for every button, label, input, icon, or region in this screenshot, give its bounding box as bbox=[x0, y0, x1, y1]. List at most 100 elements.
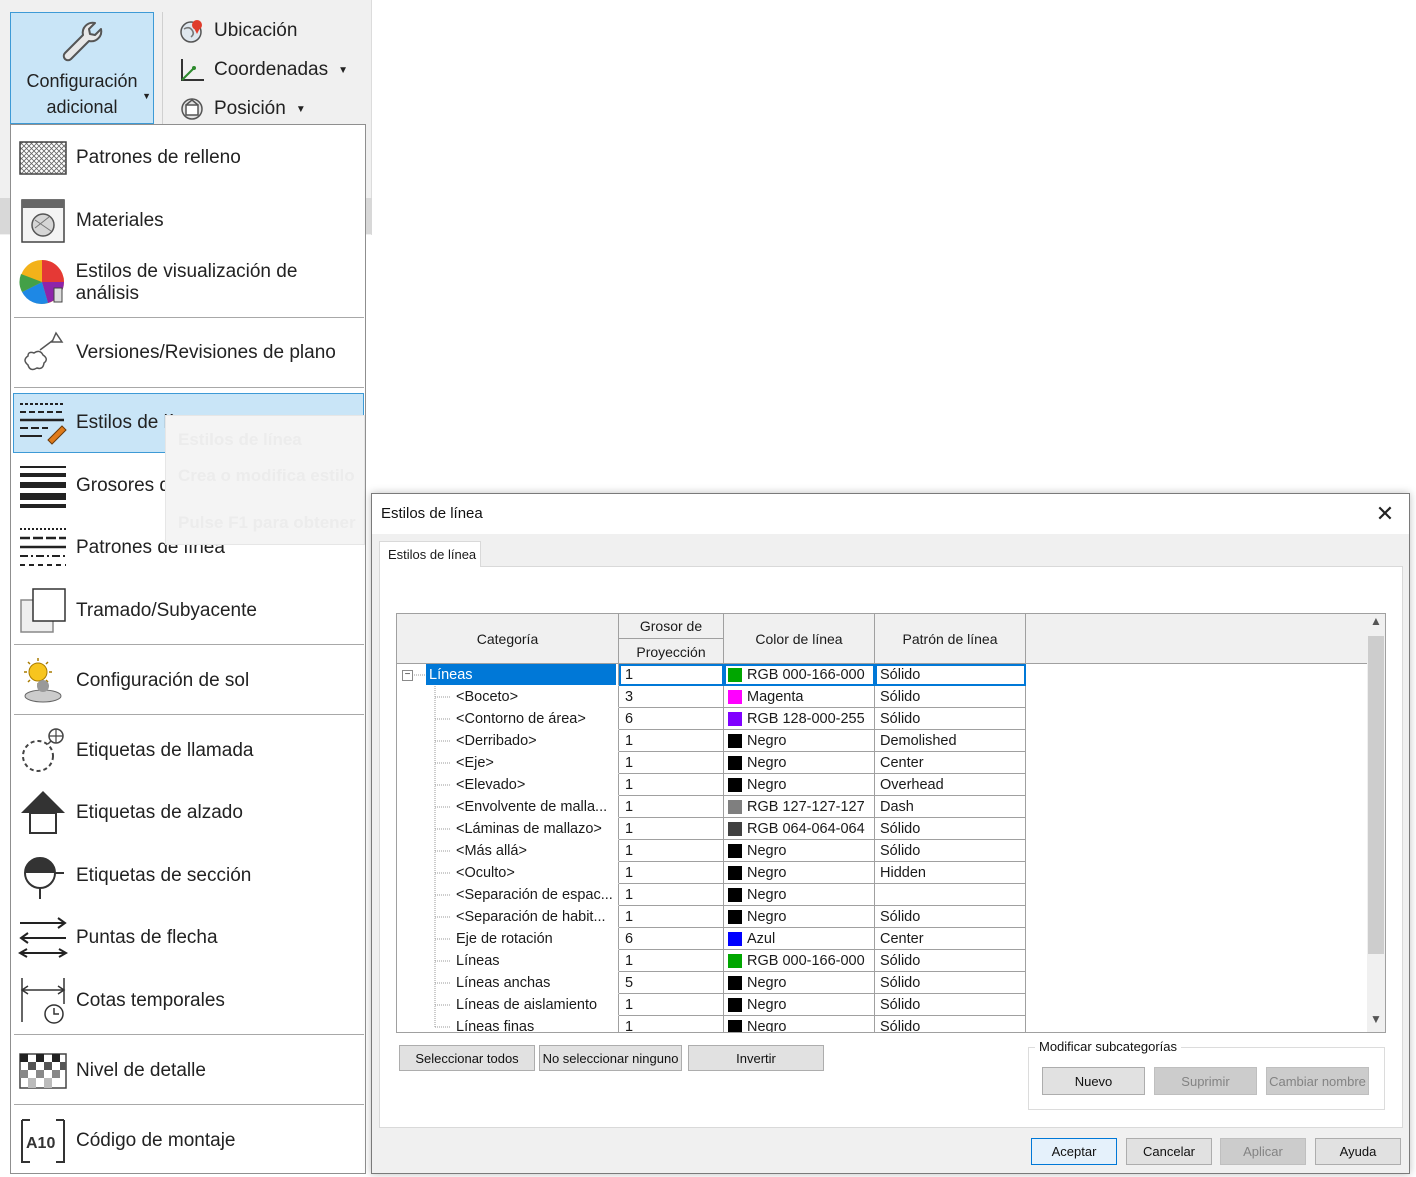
collapse-icon[interactable]: − bbox=[402, 670, 413, 681]
table-row[interactable]: Líneas de aislamiento 1 Negro Sólido bbox=[397, 994, 1369, 1016]
table-row[interactable]: Líneas anchas 5 Negro Sólido bbox=[397, 972, 1369, 994]
cancel-button[interactable]: Cancelar bbox=[1126, 1138, 1212, 1165]
menu-item-etiquetas-llamada[interactable]: Etiquetas de llamada bbox=[14, 721, 364, 781]
color-cell[interactable]: RGB 000-166-000 bbox=[724, 664, 875, 686]
scroll-down-icon[interactable]: ▼ bbox=[1367, 1012, 1385, 1032]
table-row[interactable]: <Boceto> 3 Magenta Sólido bbox=[397, 686, 1369, 708]
menu-item-cotas-temporales[interactable]: Cotas temporales bbox=[14, 971, 364, 1031]
pattern-cell[interactable]: Sólido bbox=[875, 950, 1026, 972]
color-cell[interactable]: Magenta bbox=[724, 686, 875, 708]
weight-cell[interactable]: 5 bbox=[619, 972, 724, 994]
pattern-cell[interactable]: Sólido bbox=[875, 1016, 1026, 1032]
table-row[interactable]: <Eje> 1 Negro Center bbox=[397, 752, 1369, 774]
pattern-cell[interactable]: Sólido bbox=[875, 686, 1026, 708]
pattern-cell[interactable]: Sólido bbox=[875, 994, 1026, 1016]
table-row[interactable]: <Elevado> 1 Negro Overhead bbox=[397, 774, 1369, 796]
pattern-cell[interactable] bbox=[875, 884, 1026, 906]
pattern-cell[interactable]: Dash bbox=[875, 796, 1026, 818]
column-header-categoria[interactable]: Categoría bbox=[397, 614, 619, 664]
pattern-cell[interactable]: Sólido bbox=[875, 708, 1026, 730]
color-cell[interactable]: Negro bbox=[724, 774, 875, 796]
weight-cell[interactable]: 1 bbox=[619, 1016, 724, 1032]
pattern-cell[interactable]: Sólido bbox=[875, 664, 1026, 686]
tab-estilos-linea[interactable]: Estilos de línea bbox=[379, 541, 481, 567]
configuracion-adicional-button[interactable]: Configuración adicional ▼ bbox=[10, 12, 154, 124]
menu-item-etiquetas-seccion[interactable]: Etiquetas de sección bbox=[14, 846, 364, 906]
category-cell[interactable]: <Separación de habit... bbox=[397, 906, 619, 928]
weight-cell[interactable]: 6 bbox=[619, 928, 724, 950]
table-row[interactable]: Eje de rotación 6 Azul Center bbox=[397, 928, 1369, 950]
category-cell[interactable]: Líneas anchas bbox=[397, 972, 619, 994]
menu-item-codigo-montaje[interactable]: A10 Código de montaje bbox=[14, 1111, 364, 1171]
menu-item-materiales[interactable]: Materiales bbox=[14, 191, 364, 251]
help-button[interactable]: Ayuda bbox=[1315, 1138, 1401, 1165]
color-cell[interactable]: Negro bbox=[724, 906, 875, 928]
column-header-grosor[interactable]: Grosor de Proyección bbox=[619, 614, 724, 664]
category-cell[interactable]: Líneas de aislamiento bbox=[397, 994, 619, 1016]
color-cell[interactable]: RGB 064-064-064 bbox=[724, 818, 875, 840]
color-cell[interactable]: Negro bbox=[724, 840, 875, 862]
pattern-cell[interactable]: Sólido bbox=[875, 840, 1026, 862]
color-cell[interactable]: Negro bbox=[724, 752, 875, 774]
new-button[interactable]: Nuevo bbox=[1042, 1067, 1145, 1095]
menu-item-configuracion-sol[interactable]: Configuración de sol bbox=[14, 651, 364, 711]
pattern-cell[interactable]: Center bbox=[875, 752, 1026, 774]
table-row[interactable]: <Envolvente de malla... 1 RGB 127-127-127 D… bbox=[397, 796, 1369, 818]
menu-item-etiquetas-alzado[interactable]: Etiquetas de alzado bbox=[14, 783, 364, 843]
menu-item-tramado-subyacente[interactable]: Tramado/Subyacente bbox=[14, 581, 364, 641]
category-cell[interactable]: <Oculto> bbox=[397, 862, 619, 884]
ubicacion-button[interactable]: Ubicación bbox=[178, 16, 297, 46]
pattern-cell[interactable]: Sólido bbox=[875, 906, 1026, 928]
table-row[interactable]: − Líneas 1 RGB 000-166-000 Sólido bbox=[397, 664, 1369, 686]
table-row[interactable]: <Contorno de área> 6 RGB 128-000-255 Sólido bbox=[397, 708, 1369, 730]
weight-cell[interactable]: 1 bbox=[619, 884, 724, 906]
pattern-cell[interactable]: Overhead bbox=[875, 774, 1026, 796]
category-cell[interactable]: <Envolvente de malla... bbox=[397, 796, 619, 818]
color-cell[interactable]: RGB 127-127-127 bbox=[724, 796, 875, 818]
category-cell[interactable]: <Eje> bbox=[397, 752, 619, 774]
category-cell[interactable]: Líneas bbox=[397, 950, 619, 972]
weight-cell[interactable]: 1 bbox=[619, 906, 724, 928]
ok-button[interactable]: Aceptar bbox=[1031, 1138, 1117, 1165]
category-cell[interactable]: <Contorno de área> bbox=[397, 708, 619, 730]
table-row[interactable]: <Más allá> 1 Negro Sólido bbox=[397, 840, 1369, 862]
invert-button[interactable]: Invertir bbox=[688, 1045, 824, 1071]
pattern-cell[interactable]: Hidden bbox=[875, 862, 1026, 884]
weight-cell[interactable]: 6 bbox=[619, 708, 724, 730]
category-cell[interactable]: <Derribado> bbox=[397, 730, 619, 752]
pattern-cell[interactable]: Demolished bbox=[875, 730, 1026, 752]
weight-cell[interactable]: 1 bbox=[619, 664, 724, 686]
apply-button[interactable]: Aplicar bbox=[1220, 1138, 1306, 1165]
pattern-cell[interactable]: Center bbox=[875, 928, 1026, 950]
color-cell[interactable]: Negro bbox=[724, 730, 875, 752]
menu-item-patrones-relleno[interactable]: Patrones de relleno bbox=[14, 128, 364, 188]
category-cell[interactable]: <Láminas de mallazo> bbox=[397, 818, 619, 840]
weight-cell[interactable]: 1 bbox=[619, 994, 724, 1016]
close-icon[interactable]: ✕ bbox=[1369, 498, 1401, 530]
category-cell[interactable]: Eje de rotación bbox=[397, 928, 619, 950]
vertical-scrollbar[interactable]: ▲ ▼ bbox=[1367, 614, 1385, 1032]
weight-cell[interactable]: 1 bbox=[619, 950, 724, 972]
weight-cell[interactable]: 1 bbox=[619, 752, 724, 774]
color-cell[interactable]: RGB 128-000-255 bbox=[724, 708, 875, 730]
delete-button[interactable]: Suprimir bbox=[1154, 1067, 1257, 1095]
category-cell[interactable]: Líneas finas bbox=[397, 1016, 619, 1032]
table-row[interactable]: Líneas 1 RGB 000-166-000 Sólido bbox=[397, 950, 1369, 972]
table-row[interactable]: <Derribado> 1 Negro Demolished bbox=[397, 730, 1369, 752]
menu-item-versiones-revisiones[interactable]: Versiones/Revisiones de plano bbox=[14, 323, 364, 383]
weight-cell[interactable]: 1 bbox=[619, 774, 724, 796]
weight-cell[interactable]: 1 bbox=[619, 796, 724, 818]
rename-button[interactable]: Cambiar nombre bbox=[1266, 1067, 1369, 1095]
color-cell[interactable]: Negro bbox=[724, 972, 875, 994]
select-none-button[interactable]: No seleccionar ninguno bbox=[539, 1045, 682, 1071]
table-row[interactable]: <Separación de espac... 1 Negro bbox=[397, 884, 1369, 906]
scrollbar-thumb[interactable] bbox=[1368, 636, 1384, 954]
scroll-up-icon[interactable]: ▲ bbox=[1367, 614, 1385, 634]
table-row[interactable]: <Separación de habit... 1 Negro Sólido bbox=[397, 906, 1369, 928]
table-row[interactable]: Líneas finas 1 Negro Sólido bbox=[397, 1016, 1369, 1032]
category-cell[interactable]: <Más allá> bbox=[397, 840, 619, 862]
menu-item-estilos-analisis[interactable]: Estilos de visualización de análisis bbox=[14, 253, 364, 313]
table-row[interactable]: <Láminas de mallazo> 1 RGB 064-064-064 Sóli… bbox=[397, 818, 1369, 840]
posicion-button[interactable]: Posición ▼ bbox=[178, 94, 306, 124]
column-header-color[interactable]: Color de línea bbox=[724, 614, 875, 664]
